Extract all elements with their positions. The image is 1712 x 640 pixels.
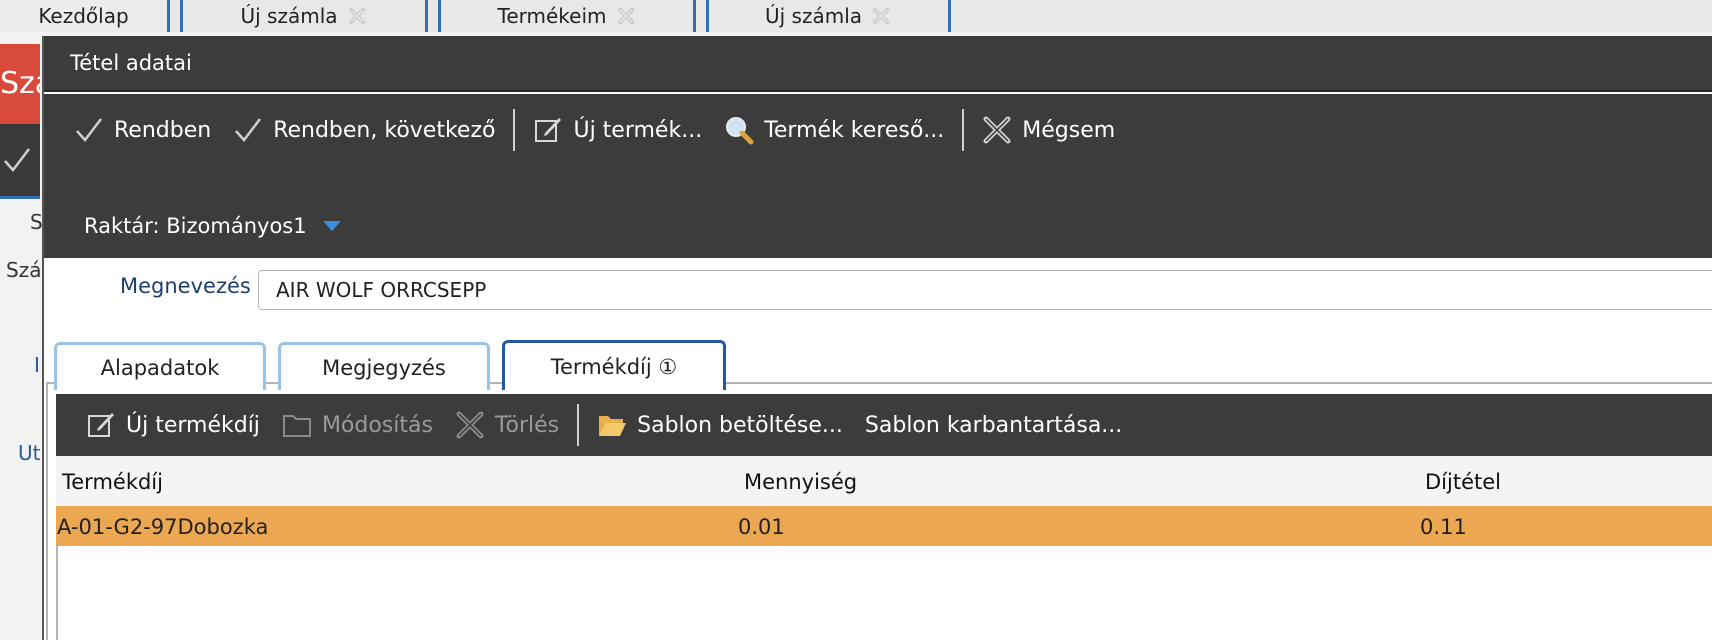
- grid-header: Termékdíj Mennyiség Díjtétel: [56, 456, 1712, 506]
- modify-button[interactable]: Módosítás: [282, 403, 433, 447]
- column-header-rate[interactable]: Díjtétel: [1425, 470, 1501, 494]
- top-tab-label: Új számla: [764, 4, 863, 28]
- toolbar-separator: [962, 109, 965, 151]
- warehouse-label: Raktár: Bizományos1: [84, 214, 307, 238]
- background-label: Szá: [6, 258, 42, 282]
- tab-notes[interactable]: Megjegyzés: [278, 342, 490, 390]
- new-fee-button-label: Új termékdíj: [126, 412, 260, 438]
- background-toolbar: [0, 124, 40, 196]
- ok-button[interactable]: Rendben: [74, 108, 211, 152]
- delete-button[interactable]: Törlés: [455, 403, 559, 447]
- background-label: I: [34, 353, 40, 377]
- manage-template-button[interactable]: Sablon karbantartása...: [865, 403, 1122, 447]
- name-label: Megnevezés :: [120, 274, 265, 298]
- dialog-titlebar[interactable]: Tétel adatai: [44, 36, 1712, 92]
- manage-template-button-label: Sablon karbantartása...: [864, 412, 1123, 438]
- background-label: Ut: [18, 441, 41, 465]
- top-tab-label: Kezdőlap: [38, 4, 129, 28]
- item-details-dialog: Tétel adatai Rendben Rendben, következő …: [42, 36, 1712, 640]
- column-header-quantity[interactable]: Mennyiség: [744, 470, 857, 494]
- close-icon[interactable]: [615, 5, 637, 27]
- dialog-title: Tétel adatai: [70, 51, 192, 75]
- tab-label: Termékdíj ①: [550, 354, 678, 379]
- checkmark-icon: [235, 118, 262, 142]
- detail-tabs: Alapadatok Megjegyzés Termékdíj ①: [54, 334, 738, 390]
- warehouse-selector[interactable]: Raktár: Bizományos1: [84, 214, 341, 238]
- ok-next-button-label: Rendben, következő: [273, 117, 496, 143]
- new-fee-button[interactable]: Új termékdíj: [86, 403, 260, 447]
- grid-empty-area: [56, 546, 1712, 640]
- delete-x-icon: [456, 411, 484, 439]
- top-tab-strip: Kezdőlap Új számla Termékeim Új számla: [0, 0, 1712, 32]
- magnifier-icon: [726, 117, 754, 145]
- cell-fee: A-01-G2-97Dobozka: [57, 515, 269, 539]
- top-tab-label: Új számla: [240, 4, 338, 28]
- new-product-button[interactable]: Új termék...: [533, 108, 702, 152]
- close-icon[interactable]: [870, 5, 892, 27]
- top-tab-new-invoice-1[interactable]: Új számla: [180, 0, 428, 32]
- name-input[interactable]: [258, 270, 1712, 310]
- top-tab-new-invoice-2[interactable]: Új számla: [706, 0, 951, 32]
- dialog-toolbar: Rendben Rendben, következő Új termék... …: [44, 94, 1712, 258]
- cancel-button-label: Mégsem: [1022, 117, 1116, 143]
- new-product-button-label: Új termék...: [573, 117, 703, 143]
- background-window-header: Szá: [0, 44, 40, 124]
- cancel-button[interactable]: Mégsem: [982, 108, 1115, 152]
- checkmark-icon: [4, 148, 30, 172]
- toolbar-separator: [513, 109, 516, 151]
- top-tab-home[interactable]: Kezdőlap: [0, 0, 170, 32]
- background-label: S: [30, 210, 43, 234]
- open-folder-icon: [599, 416, 627, 436]
- background-divider: [0, 196, 40, 199]
- product-fee-toolbar: Új termékdíj Módosítás Törlés Sablon bet…: [56, 394, 1712, 456]
- load-template-button-label: Sablon betöltése...: [637, 412, 843, 438]
- tab-label: Alapadatok: [100, 355, 220, 380]
- background-header-text: Szá: [0, 66, 40, 101]
- cell-quantity: 0.01: [738, 515, 785, 539]
- tab-label: Megjegyzés: [322, 355, 446, 380]
- table-row[interactable]: A-01-G2-97Dobozka 0.01 0.11: [56, 506, 1712, 546]
- product-search-button-label: Termék kereső...: [764, 117, 945, 143]
- load-template-button[interactable]: Sablon betöltése...: [597, 403, 843, 447]
- tab-basic-data[interactable]: Alapadatok: [54, 342, 266, 390]
- cell-rate: 0.11: [1420, 515, 1467, 539]
- product-search-button[interactable]: Termék kereső...: [724, 108, 944, 152]
- edit-icon: [535, 118, 562, 142]
- cancel-x-icon: [983, 116, 1011, 144]
- dropdown-arrow-icon[interactable]: [322, 221, 341, 231]
- folder-icon: [282, 415, 311, 437]
- column-header-fee[interactable]: Termékdíj: [62, 470, 163, 494]
- tab-product-fee[interactable]: Termékdíj ①: [502, 340, 726, 390]
- checkmark-icon: [76, 118, 102, 142]
- delete-button-label: Törlés: [494, 412, 560, 438]
- top-tab-my-products[interactable]: Termékeim: [438, 0, 696, 32]
- ok-next-button[interactable]: Rendben, következő: [233, 108, 495, 152]
- close-icon[interactable]: [346, 5, 368, 27]
- modify-button-label: Módosítás: [321, 412, 433, 438]
- ok-button-label: Rendben: [114, 117, 212, 143]
- top-tab-label: Termékeim: [497, 4, 607, 28]
- edit-icon: [88, 413, 114, 437]
- toolbar-separator: [577, 404, 580, 446]
